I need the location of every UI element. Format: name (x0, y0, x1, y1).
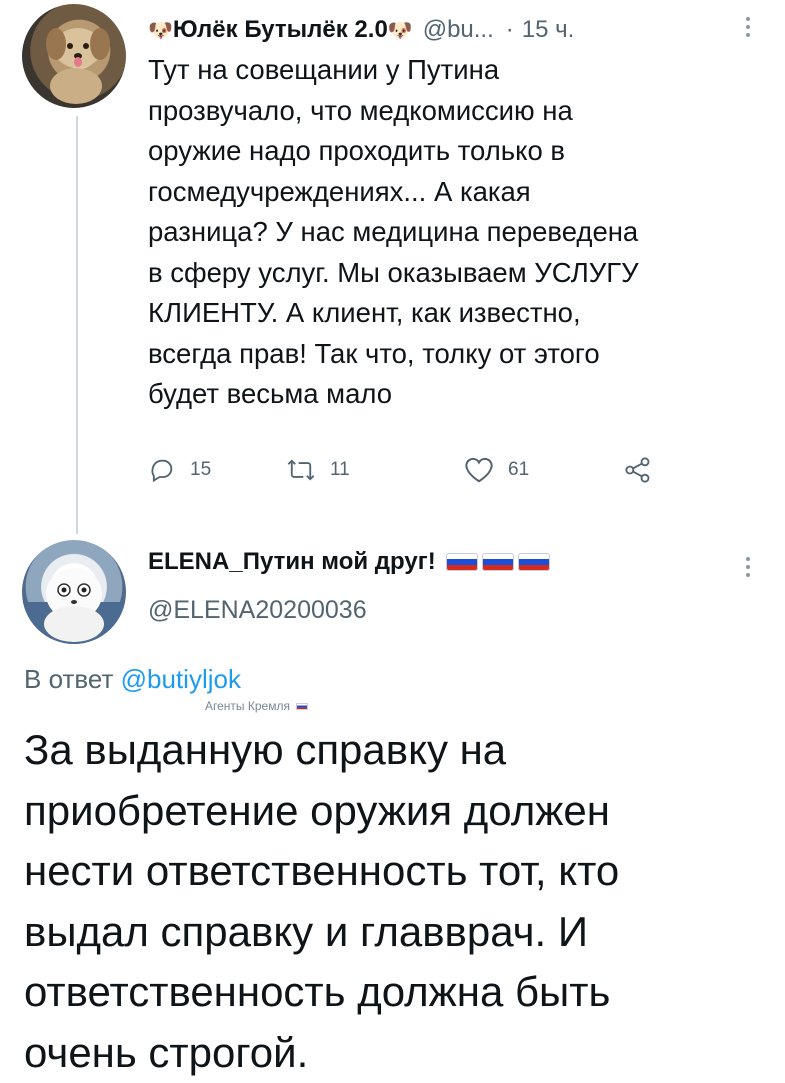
like-button[interactable]: 61 (464, 456, 529, 484)
russian-flag-icon (482, 553, 514, 571)
tweet-text-reply: За выданную справку на приобретение оруж… (24, 720, 774, 1083)
watermark-text: Агенты Кремля (205, 699, 290, 713)
avatar-elena[interactable] (22, 540, 126, 644)
retweet-count: 11 (330, 459, 350, 481)
tweet-text-line: госмедучреждениях... А какая (148, 172, 758, 213)
retweet-icon (286, 456, 316, 484)
russian-flag-icon (446, 553, 478, 571)
user-handle[interactable]: @ELENA20200036 (148, 596, 367, 625)
reply-count: 15 (190, 459, 211, 481)
display-name[interactable]: ELENA_Путин мой друг! (148, 548, 436, 576)
reply-prefix: В ответ (24, 664, 113, 694)
more-vertical-icon[interactable] (745, 556, 751, 578)
tweet-text-line: разница? У нас медицина переведена (148, 212, 758, 253)
reply-button[interactable]: 15 (148, 456, 211, 484)
tweet-header-reply: ELENA_Путин мой друг! (148, 548, 550, 576)
share-icon (624, 456, 652, 484)
tweet-text-line: оружие надо проходить только в (148, 131, 758, 172)
tweet-text-line: выдал справку и главврач. И (24, 902, 774, 963)
tweet-text-line: прозвучало, что медкомиссию на (148, 91, 758, 132)
russian-flag-icon (518, 553, 550, 571)
russian-flag-icon (296, 703, 308, 710)
retweet-button[interactable]: 11 (286, 456, 350, 484)
tweet-text-line: Тут на совещании у Путина (148, 50, 758, 91)
reply-to-line: В ответ @butiyljok (24, 664, 241, 695)
tweet-text-line: ответственность должна быть (24, 962, 774, 1023)
reply-icon (148, 456, 176, 484)
heart-icon (464, 456, 494, 484)
tweet-text-line: всегда прав! Так что, толку от этого (148, 334, 758, 375)
tweet-text-line: нести ответственность тот, кто (24, 841, 774, 902)
tweet-text-line: КЛИЕНТУ. А клиент, как известно, (148, 293, 758, 334)
tweet-text-line: За выданную справку на (24, 720, 774, 781)
tweet-original: 🐶 Юлёк Бутылёк 2.0 🐶 @bu... · 15 ч. Тут … (0, 0, 785, 530)
separator: · (506, 16, 514, 44)
dog-emoji-icon: 🐶 (388, 18, 413, 43)
display-name[interactable]: Юлёк Бутылёк 2.0 (173, 16, 388, 44)
tweet-text-line: будет весьма мало (148, 374, 758, 415)
tweet-text-line: в сферу услуг. Мы оказываем УСЛУГУ (148, 253, 758, 294)
tweet-text: Тут на совещании у Путина прозвучало, чт… (148, 50, 758, 415)
like-count: 61 (508, 459, 529, 481)
avatar-yulek[interactable] (22, 4, 126, 108)
timestamp[interactable]: 15 ч. (522, 16, 575, 44)
tweet-text-line: очень строгой. (24, 1023, 774, 1083)
reply-mention-link[interactable]: @butiyljok (121, 664, 241, 694)
tweet-text-line: приобретение оружия должен (24, 781, 774, 842)
user-handle[interactable]: @bu... (423, 16, 494, 44)
thread-line (76, 116, 78, 534)
tweet-header: 🐶 Юлёк Бутылёк 2.0 🐶 @bu... · 15 ч. (148, 10, 574, 50)
dog-emoji-icon: 🐶 (148, 18, 173, 43)
watermark: Агенты Кремля (205, 699, 308, 713)
more-vertical-icon[interactable] (745, 16, 751, 38)
tweet-actions: 15 11 61 (148, 456, 668, 492)
share-button[interactable] (624, 456, 666, 484)
